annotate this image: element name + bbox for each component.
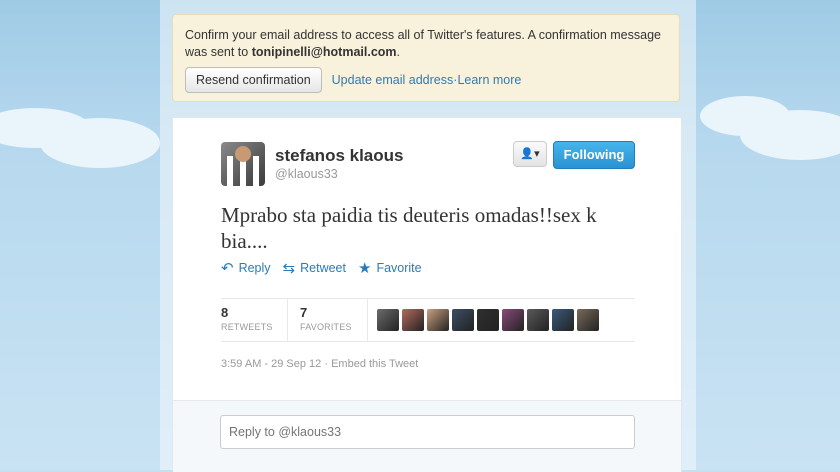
embed-tweet-link[interactable]: Embed this Tweet <box>331 358 418 370</box>
favoriter-avatars <box>377 309 599 331</box>
favoriter-avatar[interactable] <box>402 309 424 331</box>
timestamp-separator: · <box>321 358 332 370</box>
following-button[interactable]: Following <box>553 141 635 169</box>
avatar[interactable] <box>221 142 265 186</box>
stats-divider <box>367 299 368 341</box>
learn-more-link[interactable]: Learn more <box>457 72 521 89</box>
email-confirmation-alert: Confirm your email address to access all… <box>172 14 680 102</box>
tweet-text: Mprabo sta paidia tis deuteris omadas!!s… <box>221 203 597 253</box>
alert-message: Confirm your email address to access all… <box>185 27 667 61</box>
retweets-stat[interactable]: 8 RETWEETS <box>221 305 273 332</box>
author-handle[interactable]: @klaous33 <box>275 167 338 181</box>
favorites-count: 7 <box>300 305 308 320</box>
user-actions-dropdown[interactable]: 👤▾ <box>513 141 547 167</box>
retweet-button[interactable]: ⇆ Retweet <box>283 259 346 277</box>
favoriter-avatar[interactable] <box>527 309 549 331</box>
star-icon: ★ <box>357 260 372 277</box>
author-name[interactable]: stefanos klaous <box>275 146 404 166</box>
favorites-label: FAVORITES <box>300 322 352 332</box>
retweet-label: Retweet <box>300 261 346 275</box>
retweets-count: 8 <box>221 305 229 320</box>
reply-icon: ↶ <box>221 260 234 277</box>
favoriter-avatar[interactable] <box>552 309 574 331</box>
stats-divider <box>287 299 288 341</box>
retweets-label: RETWEETS <box>221 322 273 332</box>
favorite-button[interactable]: ★ Favorite <box>358 259 422 277</box>
favoriter-avatar[interactable] <box>577 309 599 331</box>
background-cloud <box>40 118 160 168</box>
reply-label: Reply <box>238 261 271 275</box>
alert-message-end: . <box>396 45 401 59</box>
reply-input[interactable] <box>220 415 635 449</box>
favoriter-avatar[interactable] <box>477 309 499 331</box>
tweet-timestamp: 3:59 AM - 29 Sep 12 · Embed this Tweet <box>221 358 418 370</box>
tweet-stats: 8 RETWEETS 7 FAVORITES <box>221 298 635 342</box>
retweet-icon: ⇆ <box>282 260 296 277</box>
favoriter-avatar[interactable] <box>502 309 524 331</box>
tweet-card: stefanos klaous @klaous33 👤▾ Following M… <box>172 117 682 472</box>
favoriter-avatar[interactable] <box>452 309 474 331</box>
reply-button[interactable]: ↶ Reply <box>221 259 271 277</box>
chevron-down-icon: ▾ <box>534 148 540 160</box>
timestamp-text[interactable]: 3:59 AM - 29 Sep 12 <box>221 358 321 370</box>
favoriter-avatar[interactable] <box>427 309 449 331</box>
tweet-actions: ↶ Reply ⇆ Retweet ★ Favorite <box>221 259 422 277</box>
update-email-link[interactable]: Update email address <box>332 72 454 89</box>
favoriter-avatar[interactable] <box>377 309 399 331</box>
user-icon: 👤 <box>520 148 535 160</box>
alert-email: tonipinelli@hotmail.com <box>251 45 397 59</box>
favorites-stat[interactable]: 7 FAVORITES <box>300 305 352 332</box>
favorite-label: Favorite <box>376 261 422 275</box>
resend-confirmation-button[interactable]: Resend confirmation <box>185 67 322 93</box>
reply-area <box>173 400 681 472</box>
